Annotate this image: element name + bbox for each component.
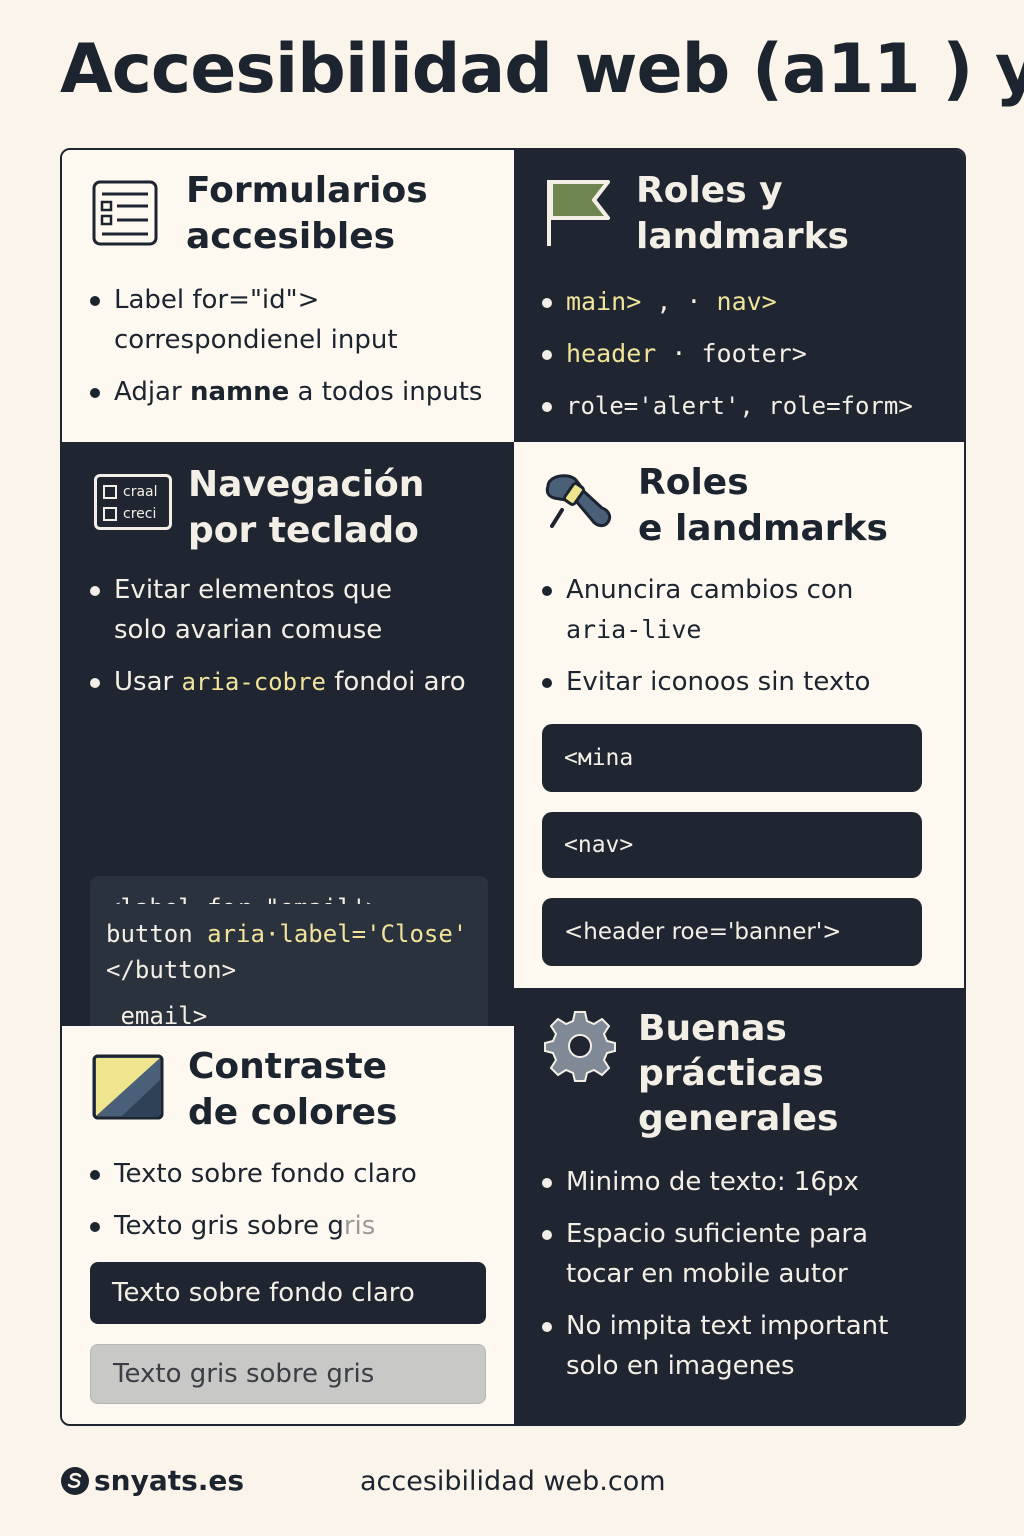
landmark-tag: <мina [542,724,922,792]
panel-title: Buenas prácticas generales [638,1008,839,1139]
panel-title: Contraste de colores [188,1046,398,1133]
list-item: No impita text important solo en imagene… [538,1306,888,1386]
page-title: Accesibilidad web (a11 ) y [60,30,1024,109]
panel-title: Navegación por teclado [188,464,425,551]
list-item: role='alert', role=form> [538,386,913,426]
footer-url-link[interactable]: accesibilidad web.com [360,1466,666,1497]
list-item: Evitar elementos que solo avarian comuse [86,570,466,650]
contrast-demo-gray: Texto gris sobre gris [90,1344,486,1404]
code-snippet-button: button aria·label='Close' </button> [90,904,488,1002]
gear-icon [544,1011,616,1082]
bullet-list: Minimo de texto: 16px Espacio suficiente… [538,1162,888,1398]
brand-logo-icon [61,1466,89,1495]
footer-brand[interactable]: snyats.es [60,1464,244,1497]
bullet-list: main> , · nav> header · footer> role='al… [538,282,913,438]
list-item: header · footer> [538,334,913,374]
tools-icon [545,474,612,528]
panel-title: Roles y landmarks [636,170,849,257]
flag-icon [547,180,610,246]
form-list-icon [92,180,158,246]
bullet-list: Anuncira cambios con aria-live Evitar ic… [538,570,870,714]
bullet-list: Texto sobre fondo claro Texto gris sobre… [86,1154,417,1258]
panel-practices: Buenas prácticas generales Minimo de tex… [514,988,964,1424]
contrast-swatch-icon [92,1054,164,1120]
list-item: Anuncira cambios con aria-live [538,570,870,650]
list-item: Evitar iconoos sin texto [538,662,870,702]
brand-name: snyats.es [94,1464,245,1497]
panel-aria: Roles e landmarks Anuncira cambios con a… [514,442,964,988]
list-item: Label for="id"> correspondienel input [86,280,482,360]
list-item: Usar aria-cobre fondoi aro [86,662,466,702]
bullet-list: Label for="id"> correspondienel input Ad… [86,280,482,424]
bullet-list: Evitar elementos que solo avarian comuse… [86,570,466,714]
contrast-demo-dark: Texto sobre fondo claro [90,1262,486,1324]
panel-title: Roles e landmarks [638,462,888,549]
landmark-tag: <header roe='banner'> [542,898,922,966]
list-item: Minimo de texto: 16px [538,1162,888,1202]
list-item: Texto gris sobre gris [86,1206,417,1246]
list-item: Adjar namne a todos inputs [86,372,482,412]
list-item: main> , · nav> [538,282,913,322]
list-item: Texto sobre fondo claro [86,1154,417,1194]
panel-title: Formularios accesibles [186,170,428,257]
content-grid: Formularios accesibles Label for="id"> c… [60,148,966,1426]
panel-roles: Roles y landmarks main> , · nav> header … [514,150,964,442]
landmark-tag: <nav> [542,812,922,878]
panel-forms: Formularios accesibles Label for="id"> c… [62,150,514,442]
list-item: Espacio suficiente para tocar en mobile … [538,1214,888,1294]
panel-contrast: Contraste de colores Texto sobre fondo c… [62,1026,514,1424]
keyboard-keys-icon: craal creci [94,474,172,530]
